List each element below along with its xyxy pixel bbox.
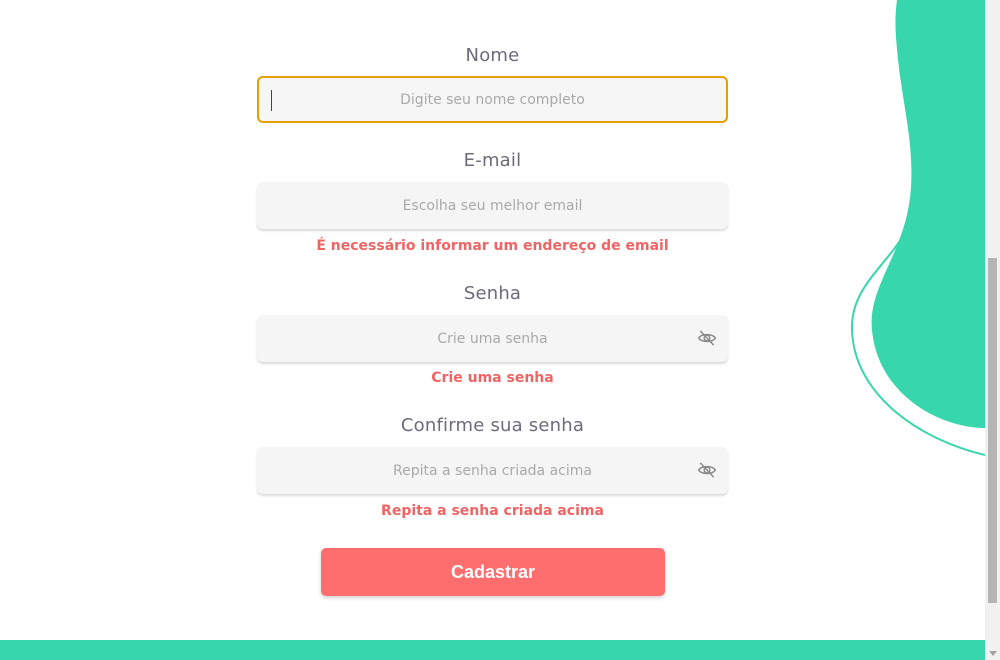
name-label: Nome — [465, 45, 520, 66]
password-input[interactable] — [257, 315, 728, 362]
confirm-password-label: Confirme sua senha — [400, 415, 585, 436]
submit-button[interactable]: Cadastrar — [321, 548, 665, 596]
decorative-wave-shape — [850, 0, 985, 456]
eye-slash-icon[interactable] — [697, 460, 717, 480]
vertical-scrollbar[interactable] — [985, 0, 1000, 660]
email-error-message: É necessário informar um endereço de ema… — [316, 238, 669, 254]
name-field[interactable] — [257, 76, 728, 123]
password-error-message: Crie uma senha — [431, 370, 554, 386]
password-label: Senha — [463, 283, 522, 304]
name-input[interactable] — [259, 78, 726, 121]
password-field[interactable] — [257, 315, 728, 362]
signup-page: Nome E-mail É necessário informar um end… — [0, 0, 1000, 660]
confirm-password-input[interactable] — [257, 447, 728, 494]
eye-slash-icon[interactable] — [697, 328, 717, 348]
footer-band — [0, 640, 985, 660]
scroll-down-arrow-icon[interactable] — [989, 651, 997, 656]
confirm-password-error-message: Repita a senha criada acima — [381, 503, 604, 519]
email-label: E-mail — [463, 150, 522, 171]
scrollbar-thumb[interactable] — [988, 258, 997, 603]
email-field[interactable] — [257, 182, 728, 229]
confirm-password-field[interactable] — [257, 447, 728, 494]
email-input[interactable] — [257, 182, 728, 229]
